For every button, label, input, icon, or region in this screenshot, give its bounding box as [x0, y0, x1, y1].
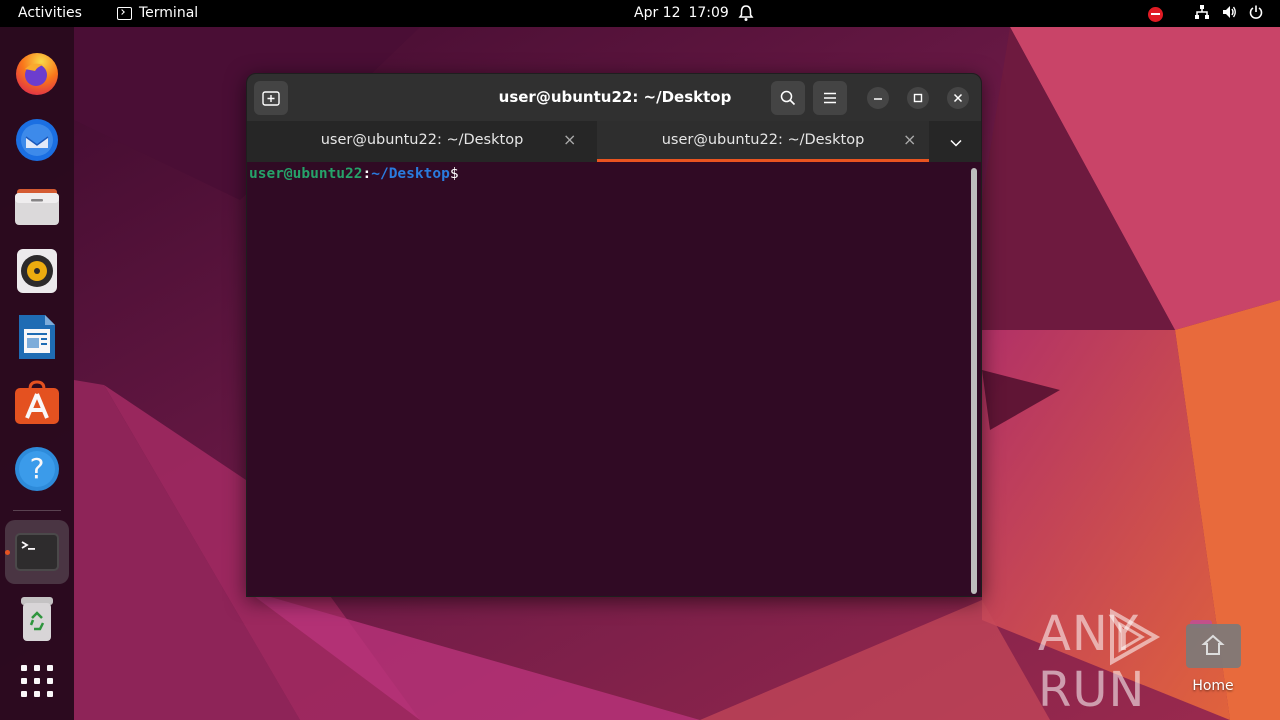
- bell-icon[interactable]: [738, 4, 754, 26]
- dock-item-terminal[interactable]: [13, 529, 61, 577]
- dock-item-trash[interactable]: [13, 595, 61, 643]
- help-icon: ?: [15, 447, 59, 491]
- tab-close-icon[interactable]: ×: [563, 130, 576, 149]
- dock-separator: [13, 510, 61, 511]
- dock-item-writer[interactable]: [13, 313, 61, 361]
- tab-label: user@ubuntu22: ~/Desktop: [661, 132, 865, 148]
- window-title: user@ubuntu22: ~/Desktop: [498, 88, 732, 106]
- svg-text:?: ?: [30, 452, 45, 485]
- chevron-down-icon: [950, 139, 962, 147]
- system-tray[interactable]: [1148, 4, 1264, 24]
- tab-overflow-button[interactable]: [949, 133, 963, 152]
- clock-button[interactable]: Apr 12 17:09: [634, 5, 729, 21]
- thunderbird-icon: [16, 119, 58, 161]
- app-menu-label: Terminal: [139, 5, 199, 21]
- software-icon: [15, 380, 59, 424]
- search-icon: [780, 90, 796, 106]
- new-tab-icon: [262, 91, 280, 106]
- minimize-button[interactable]: [867, 87, 889, 109]
- dock-item-software[interactable]: [13, 379, 61, 427]
- dock-item-rhythmbox[interactable]: [13, 247, 61, 295]
- dock-item-show-apps[interactable]: [13, 657, 61, 705]
- terminal-icon: [15, 533, 59, 571]
- close-button[interactable]: [947, 87, 969, 109]
- minimize-icon: [874, 98, 882, 100]
- maximize-icon: [913, 93, 923, 103]
- header-bar[interactable]: user@ubuntu22: ~/Desktop: [247, 74, 981, 121]
- scrollbar[interactable]: [971, 168, 977, 594]
- terminal-content[interactable]: user@ubuntu22:~/Desktop$: [247, 162, 981, 596]
- running-indicator: [5, 550, 10, 555]
- top-bar: Activities Terminal Apr 12 17:09: [0, 0, 1280, 27]
- files-icon: [15, 189, 59, 225]
- tab-bar: user@ubuntu22: ~/Desktop × user@ubuntu22…: [247, 121, 981, 162]
- prompt-user-host: user@ubuntu22: [249, 166, 363, 182]
- volume-icon[interactable]: [1221, 4, 1237, 24]
- app-grid-icon: [21, 665, 53, 697]
- prompt-symbol: $: [449, 166, 459, 182]
- menu-button[interactable]: [813, 81, 847, 115]
- dock-item-firefox[interactable]: [13, 49, 61, 97]
- dock-item-help[interactable]: ?: [13, 445, 61, 493]
- close-icon: [953, 93, 963, 103]
- search-button[interactable]: [771, 81, 805, 115]
- writer-icon: [19, 315, 55, 359]
- dock-item-files[interactable]: [13, 181, 61, 229]
- clock-time: 17:09: [688, 5, 729, 21]
- tab-label: user@ubuntu22: ~/Desktop: [320, 132, 524, 148]
- play-logo-icon: [1110, 608, 1161, 666]
- terminal-small-icon: [117, 6, 132, 20]
- tab-terminal-1[interactable]: user@ubuntu22: ~/Desktop ×: [247, 121, 597, 162]
- watermark: ANY RUN: [1038, 606, 1280, 718]
- activities-button[interactable]: Activities: [18, 5, 82, 21]
- app-menu-button[interactable]: Terminal: [117, 5, 198, 21]
- rhythmbox-icon: [17, 249, 57, 293]
- prompt-path: ~/Desktop: [371, 166, 450, 182]
- clock-date: Apr 12: [634, 5, 681, 21]
- trash-icon: [21, 597, 53, 641]
- power-icon[interactable]: [1248, 4, 1264, 24]
- tab-close-icon[interactable]: ×: [903, 130, 916, 149]
- do-not-disturb-icon[interactable]: [1148, 6, 1163, 22]
- terminal-window: user@ubuntu22: ~/Desktop user@ubuntu22: …: [246, 73, 982, 597]
- tab-terminal-2[interactable]: user@ubuntu22: ~/Desktop ×: [597, 121, 929, 162]
- maximize-button[interactable]: [907, 87, 929, 109]
- dock-item-thunderbird[interactable]: [13, 115, 61, 163]
- new-tab-button[interactable]: [254, 81, 288, 115]
- home-folder-icon[interactable]: [1186, 620, 1241, 668]
- shell-prompt: user@ubuntu22:~/Desktop$: [249, 166, 459, 182]
- network-icon[interactable]: [1194, 4, 1210, 24]
- home-folder-label: Home: [1192, 678, 1234, 694]
- hamburger-menu-icon: [824, 92, 836, 104]
- firefox-icon: [16, 53, 58, 95]
- dock: ?: [0, 27, 74, 720]
- prompt-colon: :: [362, 166, 372, 182]
